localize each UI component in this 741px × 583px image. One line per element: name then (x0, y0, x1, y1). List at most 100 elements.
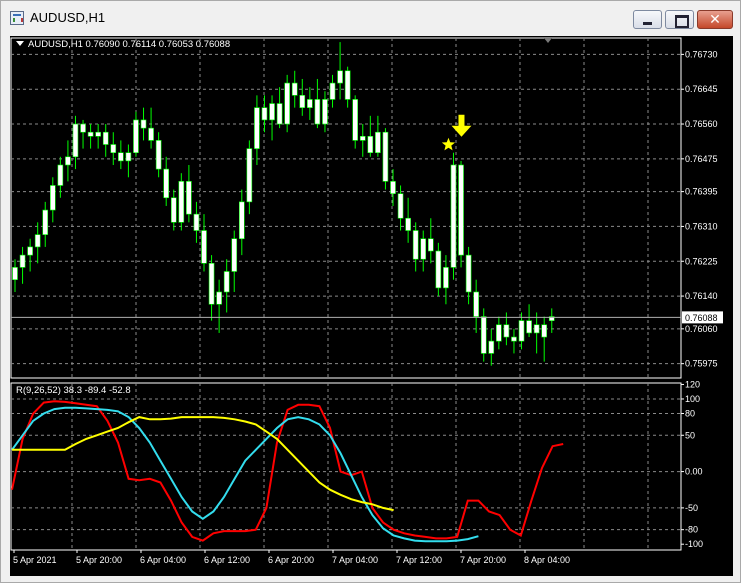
candle-body[interactable] (216, 291, 222, 305)
candle-body[interactable] (465, 254, 472, 293)
candle-body[interactable] (133, 119, 139, 153)
time-axis-label: 6 Apr 04:00 (140, 555, 186, 565)
close-button[interactable]: ✕ (697, 10, 733, 29)
indicator-line (11, 400, 564, 542)
candle-body[interactable] (375, 131, 381, 153)
minimize-button[interactable] (633, 10, 662, 29)
candle-body[interactable] (284, 82, 290, 125)
candle-body[interactable] (49, 185, 56, 211)
candle-body[interactable] (19, 254, 26, 268)
chart-shift-icon[interactable] (544, 38, 552, 43)
candle-body[interactable] (201, 230, 207, 264)
candle-body[interactable] (427, 238, 434, 252)
current-price-label: 0.76088 (685, 313, 718, 323)
candle-body[interactable] (307, 99, 313, 108)
candle-body[interactable] (163, 168, 169, 199)
candle-body[interactable] (397, 193, 404, 219)
candle-body[interactable] (420, 238, 427, 260)
candle-body[interactable] (87, 131, 94, 137)
time-axis-label: 6 Apr 20:00 (268, 555, 314, 565)
candle-body[interactable] (480, 316, 487, 354)
chart-app-icon (10, 11, 24, 25)
candle-body[interactable] (170, 197, 177, 223)
candle-body[interactable] (12, 267, 18, 280)
candle-body[interactable] (239, 201, 245, 240)
maximize-button[interactable] (665, 10, 694, 29)
candle-body[interactable] (57, 164, 64, 186)
candle-body[interactable] (390, 181, 396, 194)
window-title: AUDUSD,H1 (30, 10, 106, 25)
candle-body[interactable] (186, 181, 192, 215)
candle-body[interactable] (496, 324, 502, 342)
indicator-axis-label: 80 (685, 408, 695, 418)
legend-dropdown-icon[interactable] (16, 41, 24, 46)
candle-body[interactable] (27, 246, 33, 256)
candle-body[interactable] (405, 217, 411, 231)
candle-body[interactable] (526, 320, 532, 334)
candle-body[interactable] (435, 250, 442, 289)
candle-body[interactable] (178, 181, 185, 223)
maximize-icon (666, 11, 693, 28)
time-axis-label: 7 Apr 12:00 (396, 555, 442, 565)
candle-body[interactable] (511, 336, 517, 342)
price-axis-label: 0.76395 (685, 187, 718, 197)
candle-body[interactable] (208, 263, 215, 305)
title-bar[interactable]: AUDUSD,H1 ✕ (1, 1, 740, 35)
candle-body[interactable] (34, 234, 41, 248)
candle-body[interactable] (155, 140, 162, 170)
candle-body[interactable] (223, 271, 230, 293)
candle-body[interactable] (193, 213, 200, 231)
candle-body[interactable] (42, 209, 49, 235)
candle-body[interactable] (488, 340, 495, 354)
candle-body[interactable] (337, 70, 343, 84)
down-arrow-icon (451, 114, 472, 137)
time-axis-label: 7 Apr 04:00 (332, 555, 378, 565)
price-axis-label: 0.76310 (685, 221, 718, 231)
candle-body[interactable] (458, 164, 464, 256)
candle-body[interactable] (80, 123, 86, 133)
candle-body[interactable] (314, 99, 321, 125)
price-axis-label: 0.76060 (685, 324, 718, 334)
candle-body[interactable] (291, 82, 298, 96)
candle-body[interactable] (503, 324, 510, 338)
candle-body[interactable] (246, 148, 253, 203)
candle-body[interactable] (359, 136, 366, 141)
candle-body[interactable] (269, 103, 275, 121)
candle-body[interactable] (450, 164, 457, 268)
candle-body[interactable] (110, 144, 117, 153)
price-axis-label: 0.76140 (685, 291, 718, 301)
candle-body[interactable] (541, 324, 548, 338)
price-axis-label: 0.76730 (685, 49, 718, 59)
candle-body[interactable] (276, 103, 283, 125)
candle-body[interactable] (382, 131, 389, 182)
candle-body[interactable] (329, 82, 336, 100)
candle-body[interactable] (261, 107, 268, 121)
candle-body[interactable] (367, 136, 374, 153)
candle-body[interactable] (118, 152, 124, 162)
candle-body[interactable] (72, 123, 79, 158)
candle-body[interactable] (102, 131, 109, 145)
candle-body[interactable] (352, 99, 359, 141)
candle-body[interactable] (65, 156, 71, 166)
indicator-legend: R(9,26,52) 38.3 -89.4 -52.8 (16, 385, 131, 396)
candle-body[interactable] (95, 131, 101, 137)
candle-body[interactable] (322, 99, 328, 125)
candle-body[interactable] (125, 152, 132, 162)
candle-body[interactable] (473, 291, 479, 317)
candle-body[interactable] (148, 127, 154, 141)
chart-canvas[interactable]: 0.76730 0.76645 0.76560 0.76475 0.76395 0.763… (10, 36, 733, 576)
candle-body[interactable] (344, 70, 351, 100)
candle-body[interactable] (518, 320, 525, 342)
candle-body[interactable] (412, 230, 419, 260)
candle-body[interactable] (299, 95, 306, 108)
chart-svg[interactable]: 0.76730 0.76645 0.76560 0.76475 0.76395 0.763… (10, 36, 733, 576)
time-axis-label: 8 Apr 04:00 (524, 555, 570, 565)
candle-body[interactable] (140, 119, 147, 129)
price-axis-label: 0.76560 (685, 119, 718, 129)
candle-body[interactable] (231, 238, 238, 272)
price-axis-label: 0.76225 (685, 256, 718, 266)
price-axis-label: 0.76645 (685, 84, 718, 94)
candle-body[interactable] (533, 324, 540, 334)
candle-body[interactable] (443, 267, 449, 289)
candle-body[interactable] (254, 107, 260, 149)
